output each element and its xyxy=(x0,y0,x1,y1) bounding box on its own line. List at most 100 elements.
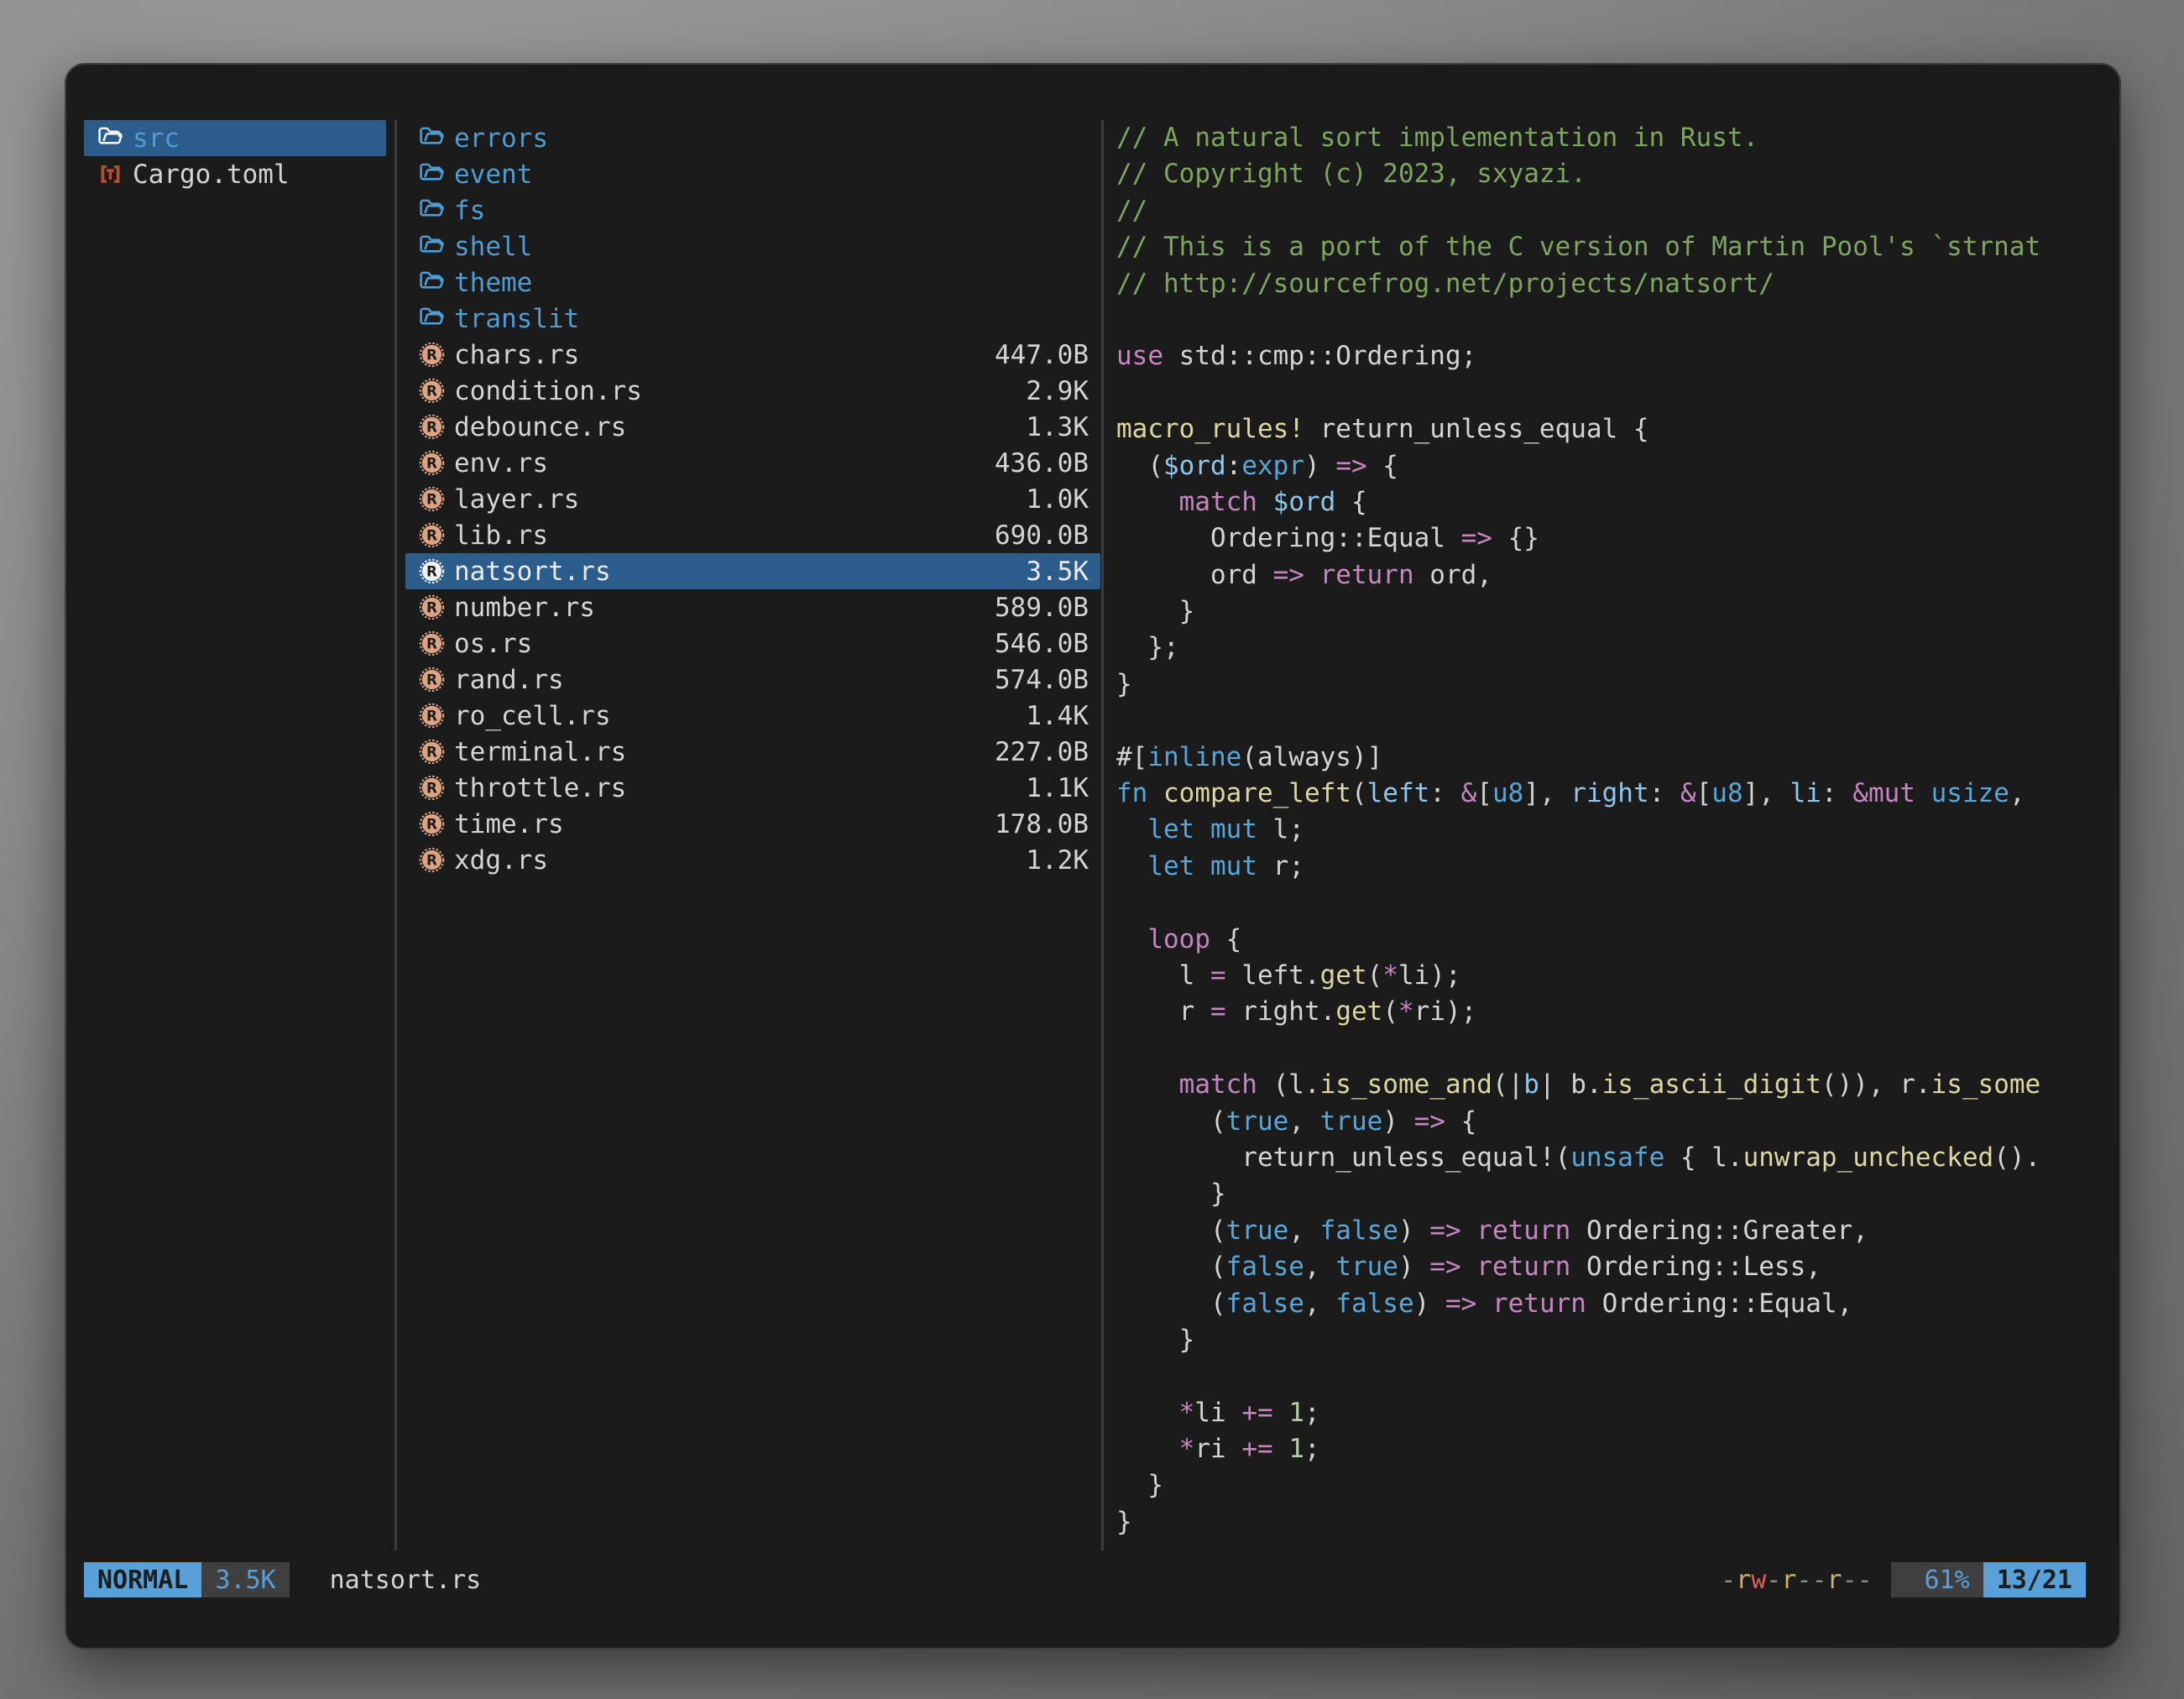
file-row[interactable]: Rro_cell.rs1.4K xyxy=(405,698,1100,734)
file-row[interactable]: Rchars.rs447.0B xyxy=(405,337,1100,373)
folder-open-icon xyxy=(419,197,454,223)
file-size-badge: 3.5K xyxy=(201,1562,289,1597)
rust-icon: R xyxy=(419,522,454,548)
file-row[interactable]: Rthrottle.rs1.1K xyxy=(405,770,1100,806)
svg-text:R: R xyxy=(426,454,437,471)
svg-text:R: R xyxy=(426,599,437,615)
status-right-group: -rw-r--r-- 61% 13/21 xyxy=(1721,1562,2086,1597)
file-row[interactable]: Rnumber.rs589.0B xyxy=(405,589,1100,625)
code-line: // A natural sort implementation in Rust… xyxy=(1116,120,2113,156)
desktop: { "parent_pane": { "items": [ {"label": … xyxy=(0,0,2184,1699)
file-name: debounce.rs xyxy=(454,412,1026,442)
folder-open-icon xyxy=(97,125,133,151)
file-name: fs xyxy=(454,196,1089,226)
file-row[interactable]: theme xyxy=(405,264,1100,301)
svg-text:R: R xyxy=(426,490,437,507)
file-row[interactable]: Rxdg.rs1.2K xyxy=(405,842,1100,878)
file-size: 227.0B xyxy=(995,737,1089,767)
code-line: loop { xyxy=(1116,922,2113,958)
code-line: l = left.get(*li); xyxy=(1116,958,2113,994)
code-line: r = right.get(*ri); xyxy=(1116,994,2113,1030)
code-line: (true, true) => { xyxy=(1116,1104,2113,1140)
file-row[interactable]: Rnatsort.rs3.5K xyxy=(405,553,1100,589)
file-size: 178.0B xyxy=(995,809,1089,839)
file-row[interactable]: shell xyxy=(405,228,1100,264)
file-row[interactable]: event xyxy=(405,156,1100,192)
rust-icon: R xyxy=(419,414,454,440)
file-row[interactable]: Rlayer.rs1.0K xyxy=(405,481,1100,517)
svg-text:R: R xyxy=(426,562,437,579)
file-name: event xyxy=(454,159,1089,190)
code-line: } xyxy=(1116,593,2113,630)
svg-text:R: R xyxy=(426,382,437,399)
file-name: ro_cell.rs xyxy=(454,701,1026,731)
file-row[interactable]: Renv.rs436.0B xyxy=(405,445,1100,481)
file-row[interactable]: Rcondition.rs2.9K xyxy=(405,373,1100,409)
rust-icon: R xyxy=(419,630,454,656)
rust-icon: R xyxy=(419,558,454,584)
file-row[interactable]: errors xyxy=(405,120,1100,156)
code-line: ord => return ord, xyxy=(1116,557,2113,593)
file-row[interactable]: translit xyxy=(405,301,1100,337)
rust-icon: R xyxy=(419,847,454,873)
file-row[interactable]: Rtime.rs178.0B xyxy=(405,806,1100,842)
scroll-percent-badge: 61% xyxy=(1891,1562,1983,1597)
file-name: shell xyxy=(454,232,1089,262)
file-size: 546.0B xyxy=(995,629,1089,659)
code-line: } xyxy=(1116,1467,2113,1503)
file-name: condition.rs xyxy=(454,376,1026,406)
file-name: time.rs xyxy=(454,809,995,839)
file-name: throttle.rs xyxy=(454,773,1026,803)
rust-icon: R xyxy=(419,594,454,620)
file-row[interactable]: Rrand.rs574.0B xyxy=(405,661,1100,698)
file-size: 1.1K xyxy=(1026,773,1089,803)
svg-text:R: R xyxy=(426,779,437,796)
code-line: return_unless_equal!(unsafe { l.unwrap_u… xyxy=(1116,1140,2113,1176)
code-line: (true, false) => return Ordering::Greate… xyxy=(1116,1213,2113,1249)
rust-icon: R xyxy=(419,775,454,801)
file-row[interactable]: fs xyxy=(405,192,1100,228)
file-name: xdg.rs xyxy=(454,845,1026,876)
folder-open-icon xyxy=(419,125,454,151)
code-line: let mut l; xyxy=(1116,812,2113,848)
file-name: rand.rs xyxy=(454,665,995,695)
code-line xyxy=(1116,302,2113,338)
file-row[interactable]: Rlib.rs690.0B xyxy=(405,517,1100,553)
code-line xyxy=(1116,375,2113,411)
preview-pane: // A natural sort implementation in Rust… xyxy=(1116,120,2113,1554)
svg-text:R: R xyxy=(426,635,437,651)
current-pane: errorsevent fs shellthemetranslitRchars.rs… xyxy=(405,120,1100,1554)
code-line: (false, false) => return Ordering::Equal… xyxy=(1116,1286,2113,1322)
code-line: match (l.is_some_and(|b| b.is_ascii_digi… xyxy=(1116,1067,2113,1103)
code-line: // This is a port of the C version of Ma… xyxy=(1116,229,2113,265)
file-name: Cargo.toml xyxy=(133,159,374,190)
file-manager-window: srcCargo.toml errorsevent fs shellthemetra… xyxy=(65,63,2121,1649)
file-size: 1.0K xyxy=(1026,484,1089,515)
folder-open-icon xyxy=(419,233,454,259)
code-line: match $ord { xyxy=(1116,484,2113,520)
file-name: os.rs xyxy=(454,629,995,659)
code-line: // Copyright (c) 2023, sxyazi. xyxy=(1116,156,2113,192)
svg-text:R: R xyxy=(426,851,437,868)
code-line: *ri += 1; xyxy=(1116,1431,2113,1467)
code-line: *li += 1; xyxy=(1116,1395,2113,1431)
pane-divider-left xyxy=(394,120,397,1550)
file-size: 2.9K xyxy=(1026,376,1089,406)
code-line: // http://sourcefrog.net/projects/natsor… xyxy=(1116,266,2113,302)
file-row[interactable]: Cargo.toml xyxy=(84,156,386,192)
code-line xyxy=(1116,1358,2113,1394)
svg-text:R: R xyxy=(426,743,437,760)
code-line: #[inline(always)] xyxy=(1116,740,2113,776)
toml-icon xyxy=(97,161,133,187)
file-row[interactable]: src xyxy=(84,120,386,156)
rust-icon: R xyxy=(419,450,454,476)
code-line: use std::cmp::Ordering; xyxy=(1116,338,2113,374)
mode-badge: NORMAL xyxy=(84,1562,201,1597)
file-name: lib.rs xyxy=(454,520,995,551)
file-name: natsort.rs xyxy=(454,557,1026,587)
file-row[interactable]: Rdebounce.rs1.3K xyxy=(405,409,1100,445)
file-row[interactable]: Rterminal.rs227.0B xyxy=(405,734,1100,770)
svg-text:R: R xyxy=(426,526,437,543)
file-row[interactable]: Ros.rs546.0B xyxy=(405,625,1100,661)
status-filename: natsort.rs xyxy=(330,1566,482,1595)
